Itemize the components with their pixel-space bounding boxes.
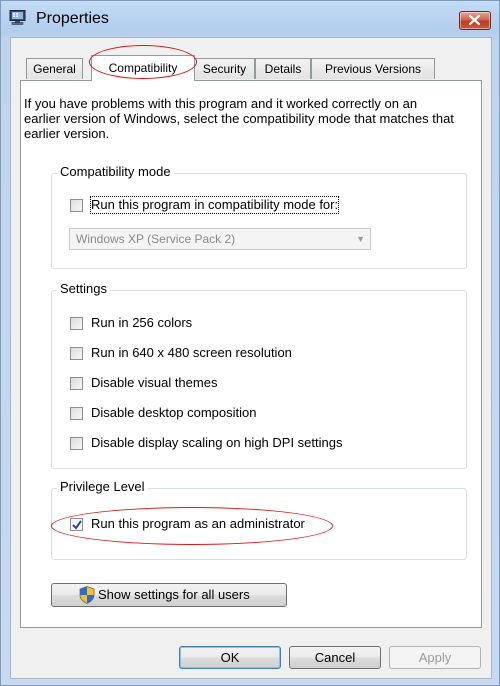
close-button[interactable] <box>459 11 491 30</box>
properties-window: Properties General Compatibility Securit… <box>0 0 500 686</box>
compatibility-mode-legend: Compatibility mode <box>57 164 174 180</box>
chevron-down-icon: ▼ <box>356 234 365 244</box>
tab-details[interactable]: Details <box>255 58 311 79</box>
title-bar[interactable]: Properties <box>1 1 499 37</box>
close-icon <box>469 15 480 25</box>
tab-compatibility[interactable]: Compatibility <box>91 55 195 81</box>
run-256-colors-label[interactable]: Run in 256 colors <box>91 315 192 331</box>
compatibility-os-select[interactable]: Windows XP (Service Pack 2) ▼ <box>69 228 371 250</box>
uac-shield-icon <box>79 586 95 604</box>
ok-button[interactable]: OK <box>179 646 281 669</box>
description-text: If you have problems with this program a… <box>24 96 454 141</box>
show-settings-label: Show settings for all users <box>98 587 250 602</box>
privilege-level-legend: Privilege Level <box>57 479 148 495</box>
tab-previous-versions[interactable]: Previous Versions <box>311 58 435 79</box>
show-settings-all-users-button[interactable]: Show settings for all users <box>51 583 287 607</box>
compatibility-mode-group <box>51 173 467 269</box>
disable-visual-themes-label[interactable]: Disable visual themes <box>91 375 217 391</box>
computer-icon <box>9 10 27 25</box>
run-640x480-label[interactable]: Run in 640 x 480 screen resolution <box>91 345 292 361</box>
compatibility-os-value: Windows XP (Service Pack 2) <box>76 232 236 246</box>
run-as-admin-checkbox[interactable] <box>70 518 83 531</box>
window-title: Properties <box>36 10 109 27</box>
compatibility-mode-label[interactable]: Run this program in compatibility mode f… <box>89 196 340 214</box>
checkmark-icon <box>72 520 82 530</box>
apply-button[interactable]: Apply <box>389 646 481 669</box>
disable-desktop-composition-label[interactable]: Disable desktop composition <box>91 405 256 421</box>
tab-general[interactable]: General <box>26 58 83 79</box>
disable-visual-themes-checkbox[interactable] <box>70 377 83 390</box>
settings-legend: Settings <box>57 281 110 297</box>
compatibility-mode-checkbox[interactable] <box>70 199 83 212</box>
disable-dpi-scaling-label[interactable]: Disable display scaling on high DPI sett… <box>91 435 342 451</box>
run-as-admin-label[interactable]: Run this program as an administrator <box>91 516 305 532</box>
cancel-button[interactable]: Cancel <box>289 646 381 669</box>
tab-security[interactable]: Security <box>194 58 255 79</box>
run-256-colors-checkbox[interactable] <box>70 317 83 330</box>
disable-desktop-composition-checkbox[interactable] <box>70 407 83 420</box>
run-640x480-checkbox[interactable] <box>70 347 83 360</box>
disable-dpi-scaling-checkbox[interactable] <box>70 437 83 450</box>
